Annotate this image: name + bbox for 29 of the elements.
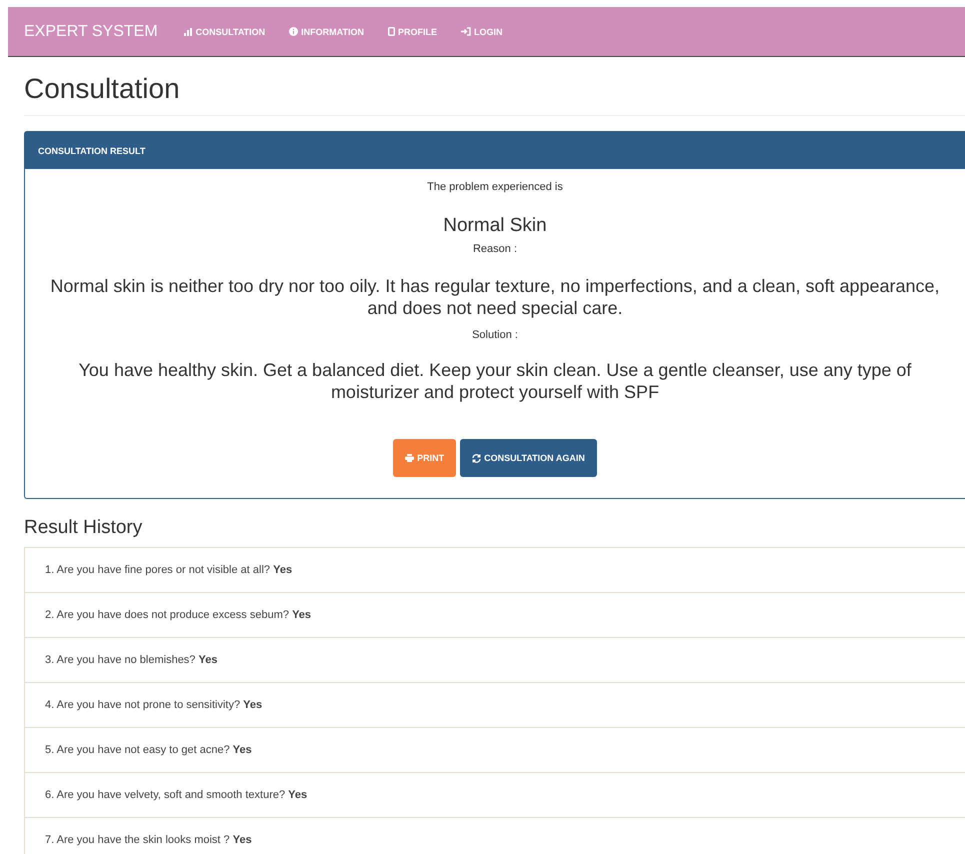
- nav-link[interactable]: INFORMATION: [289, 26, 364, 36]
- info-icon: [289, 27, 298, 36]
- reason-text: Normal skin is neither too dry nor too oily. It has regular texture, no imperfections, and a clean, soft appearance, and does not need special care.: [49, 275, 941, 319]
- nav-link[interactable]: LOGIN: [461, 26, 503, 36]
- login-icon: [461, 27, 472, 36]
- intro-text: The problem experienced is: [427, 181, 563, 193]
- refresh-icon: [472, 454, 482, 462]
- consult-again-button[interactable]: CONSULTATION AGAIN: [460, 439, 597, 477]
- bar-chart-icon: [184, 28, 193, 36]
- print-button[interactable]: PRINT: [393, 439, 456, 477]
- brand-title: EXPERT SYSTEM: [24, 22, 158, 40]
- reason-label: Reason :: [472, 243, 518, 255]
- nav-link[interactable]: CONSULTATION: [184, 26, 266, 36]
- history-item: 2. Are you have does not produce excess sebum? Yes: [45, 609, 312, 621]
- phone-icon: [388, 27, 395, 36]
- solution-label: Solution :: [472, 329, 518, 341]
- history-item: 7. Are you have the skin looks moist ? Yes: [45, 834, 252, 846]
- panel-header: CONSULTATION RESULT: [25, 132, 965, 169]
- history-item: 6. Are you have velvety, soft and smooth texture? Yes: [45, 789, 308, 801]
- history-item: 5. Are you have not easy to get acne? Yes: [45, 744, 252, 756]
- history-item: 3. Are you have no blemishes? Yes: [45, 654, 218, 666]
- diagnosis-title: Normal Skin: [443, 215, 547, 237]
- nav-link[interactable]: PROFILE: [388, 26, 438, 36]
- solution-text: You have healthy skin. Get a balanced diet. Keep your skin clean. Use a gentle cleanser, use any type of moisturizer and protect yourself with SPF: [78, 359, 912, 403]
- history-item: 4. Are you have not prone to sensitivity? Yes: [45, 699, 262, 711]
- page-title: Consultation: [24, 73, 965, 116]
- history-title: Result History: [24, 517, 144, 539]
- history-item: 1. Are you have fine pores or not visible at all? Yes: [45, 564, 292, 576]
- printer-icon: [405, 454, 414, 462]
